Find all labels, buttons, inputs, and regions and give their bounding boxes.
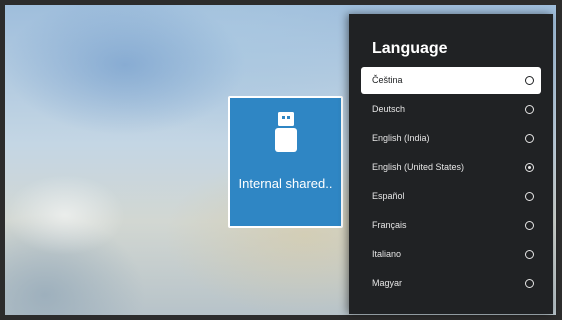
language-option-label: Deutsch <box>372 104 406 114</box>
language-option-label: Français <box>372 220 407 230</box>
internal-storage-tile[interactable]: Internal shared.. <box>228 96 343 228</box>
usb-drive-icon <box>275 112 297 152</box>
language-option[interactable]: Français <box>361 212 541 239</box>
language-option[interactable]: Español <box>361 183 541 210</box>
language-option[interactable]: Italiano <box>361 241 541 268</box>
radio-button-icon <box>525 221 534 230</box>
storage-tile-label: Internal shared.. <box>238 176 333 191</box>
language-option-label: English (United States) <box>372 162 465 172</box>
radio-button-icon <box>525 279 534 288</box>
language-option-label: Español <box>372 191 405 201</box>
radio-button-icon <box>525 134 534 143</box>
language-panel: Language Čeština Deutsch English (India)… <box>349 14 553 314</box>
radio-button-icon <box>525 163 534 172</box>
language-option-label: Magyar <box>372 278 403 288</box>
language-option-label: Čeština <box>372 75 403 85</box>
language-option[interactable]: English (India) <box>361 125 541 152</box>
radio-button-icon <box>525 250 534 259</box>
language-option[interactable]: English (United States) <box>361 154 541 181</box>
language-option[interactable]: Magyar <box>361 270 541 297</box>
panel-title: Language <box>372 40 448 57</box>
language-option-label: Italiano <box>372 249 402 259</box>
language-option[interactable]: Čeština <box>361 67 541 94</box>
radio-button-icon <box>525 76 534 85</box>
radio-button-icon <box>525 192 534 201</box>
language-option-label: English (India) <box>372 133 430 143</box>
radio-button-icon <box>525 105 534 114</box>
radio-selected-dot <box>527 165 531 169</box>
language-option[interactable]: Deutsch <box>361 96 541 123</box>
